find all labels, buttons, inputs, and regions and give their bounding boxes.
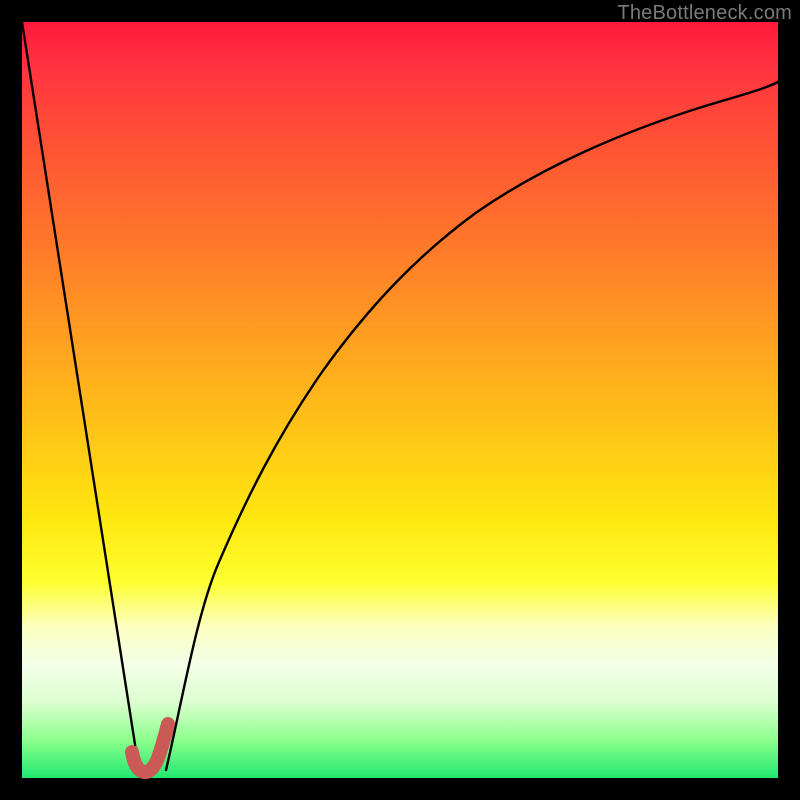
watermark-text: TheBottleneck.com xyxy=(617,2,792,25)
marker-hook xyxy=(132,724,168,772)
chart-canvas xyxy=(22,22,778,778)
series-right-curve xyxy=(166,82,778,770)
series-left-slope xyxy=(22,22,139,770)
chart-frame: TheBottleneck.com xyxy=(0,0,800,800)
